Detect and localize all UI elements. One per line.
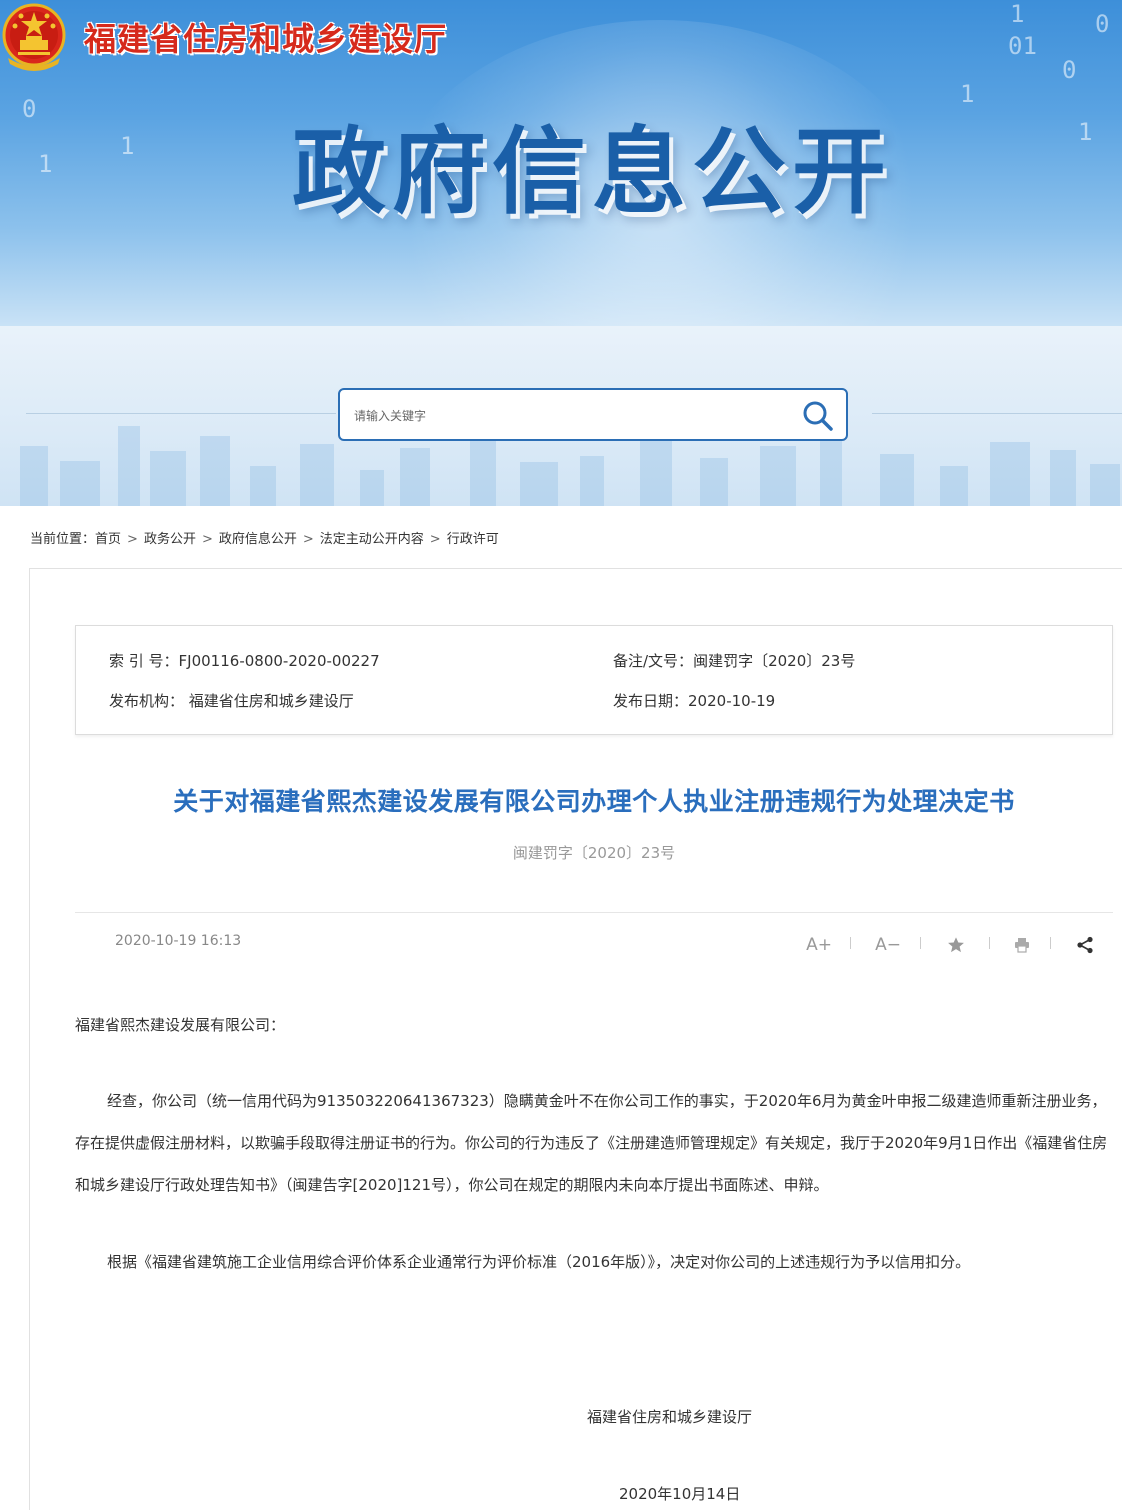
title-divider (75, 912, 1113, 913)
skyline-building (640, 434, 672, 506)
banner-digit: 0 (1095, 10, 1110, 38)
share-button[interactable] (1072, 931, 1098, 959)
meta-publish-date-value: 2020-10-19 (688, 692, 776, 710)
breadcrumb-separator: > (429, 532, 441, 547)
skyline-building (250, 466, 276, 506)
skyline-building (1050, 450, 1076, 506)
meta-index-label: 索 引 号： (109, 652, 179, 670)
banner-digit: 1 (960, 80, 975, 108)
skyline-building (1090, 464, 1120, 506)
skyline-building (820, 430, 842, 506)
skyline-building (118, 426, 140, 506)
print-icon (1015, 938, 1029, 953)
skyline-building (20, 446, 48, 506)
article-salutation: 福建省熙杰建设发展有限公司： (75, 1016, 286, 1034)
share-icon (1077, 936, 1093, 954)
skyline-building (760, 446, 796, 506)
skyline-building (700, 458, 728, 506)
header-banner: 1 1 0 1 01 0 1 1 0 福建省住房和城乡建设厅 政府信息公开 (0, 0, 1122, 326)
banner-title: 政府信息公开 (292, 118, 893, 227)
meta-doc-number-label: 备注/文号： (613, 652, 694, 670)
skyline-building (300, 444, 334, 506)
skyline-building (940, 466, 968, 506)
font-larger-button[interactable]: A+ (803, 931, 835, 959)
breadcrumb-separator: > (127, 532, 138, 547)
breadcrumb-prefix: 当前位置： (30, 532, 96, 547)
star-icon (948, 937, 964, 953)
banner-digit: 1 (120, 132, 135, 160)
meta-doc-number: 备注/文号：闽建罚字〔2020〕23号 (613, 650, 855, 671)
tool-separator (1050, 937, 1051, 949)
national-emblem-icon (2, 3, 66, 71)
breadcrumb-gov-affairs[interactable]: 政务公开 (144, 532, 196, 547)
meta-publisher-value: 福建省住房和城乡建设厅 (188, 692, 354, 710)
banner-digit: 1 (1078, 118, 1093, 146)
banner-digit: 01 (1008, 32, 1037, 60)
search-divider-right (872, 413, 1122, 414)
skyline-building (880, 454, 914, 506)
meta-publish-date-label: 发布日期： (613, 692, 689, 710)
skyline-building (520, 462, 558, 506)
search-box (338, 388, 848, 441)
favorite-button[interactable] (942, 931, 970, 959)
document-meta-box (75, 625, 1113, 735)
breadcrumb-admin-permit[interactable]: 行政许可 (447, 532, 499, 547)
banner-digit: 1 (1010, 0, 1025, 28)
skyline-building (150, 451, 186, 506)
article-paragraph: 根据《福建省建筑施工企业信用综合评价体系企业通常行为评价标准（2016年版）》，… (107, 1253, 971, 1271)
tool-separator (989, 937, 990, 949)
tool-separator (850, 937, 851, 949)
article-sign-date: 2020年10月14日 (619, 1485, 741, 1503)
search-input[interactable] (352, 402, 776, 430)
publish-time: 2020-10-19 16:13 (115, 933, 242, 949)
search-icon[interactable] (800, 398, 836, 434)
banner-digit: 1 (38, 150, 53, 178)
skyline-building (990, 442, 1030, 506)
breadcrumb-statutory-content[interactable]: 法定主动公开内容 (320, 532, 424, 547)
breadcrumb: 当前位置：首页 > 政务公开 > 政府信息公开 > 法定主动公开内容 > 行政许可 (30, 528, 499, 547)
print-button[interactable] (1010, 931, 1034, 959)
meta-index: 索 引 号：FJ00116-0800-2020-00227 (109, 650, 380, 671)
site-title[interactable]: 福建省住房和城乡建设厅 (84, 14, 447, 60)
font-smaller-button[interactable]: A− (872, 931, 904, 959)
article-paragraph: 经查，你公司（统一信用代码为913503220641367323）隐瞒黄金叶不在… (75, 1092, 1108, 1194)
skyline-building (470, 440, 496, 506)
meta-publisher-label: 发布机构： (109, 692, 185, 710)
search-area (0, 326, 1122, 506)
meta-publisher: 发布机构： 福建省住房和城乡建设厅 (109, 690, 354, 711)
breadcrumb-separator: > (201, 532, 213, 547)
meta-doc-number-value: 闽建罚字〔2020〕23号 (693, 652, 856, 670)
article-doc-number: 闽建罚字〔2020〕23号 (512, 844, 676, 862)
breadcrumb-home[interactable]: 首页 (95, 532, 121, 547)
skyline-building (400, 448, 430, 506)
breadcrumb-separator: > (302, 532, 314, 547)
banner-digit: 0 (22, 95, 37, 123)
article-signature: 福建省住房和城乡建设厅 (587, 1408, 753, 1426)
skyline-building (580, 456, 604, 506)
meta-publish-date: 发布日期：2020-10-19 (613, 690, 775, 711)
skyline-building (360, 470, 384, 506)
tool-separator (920, 937, 921, 949)
skyline-building (60, 461, 100, 506)
article-title: 关于对福建省熙杰建设发展有限公司办理个人执业注册违规行为处理决定书 (173, 787, 1015, 816)
breadcrumb-gov-info[interactable]: 政府信息公开 (219, 532, 297, 547)
banner-digit: 0 (1062, 56, 1077, 84)
search-divider-left (26, 413, 336, 414)
meta-index-value: FJ00116-0800-2020-00227 (178, 652, 380, 670)
skyline-building (200, 436, 230, 506)
